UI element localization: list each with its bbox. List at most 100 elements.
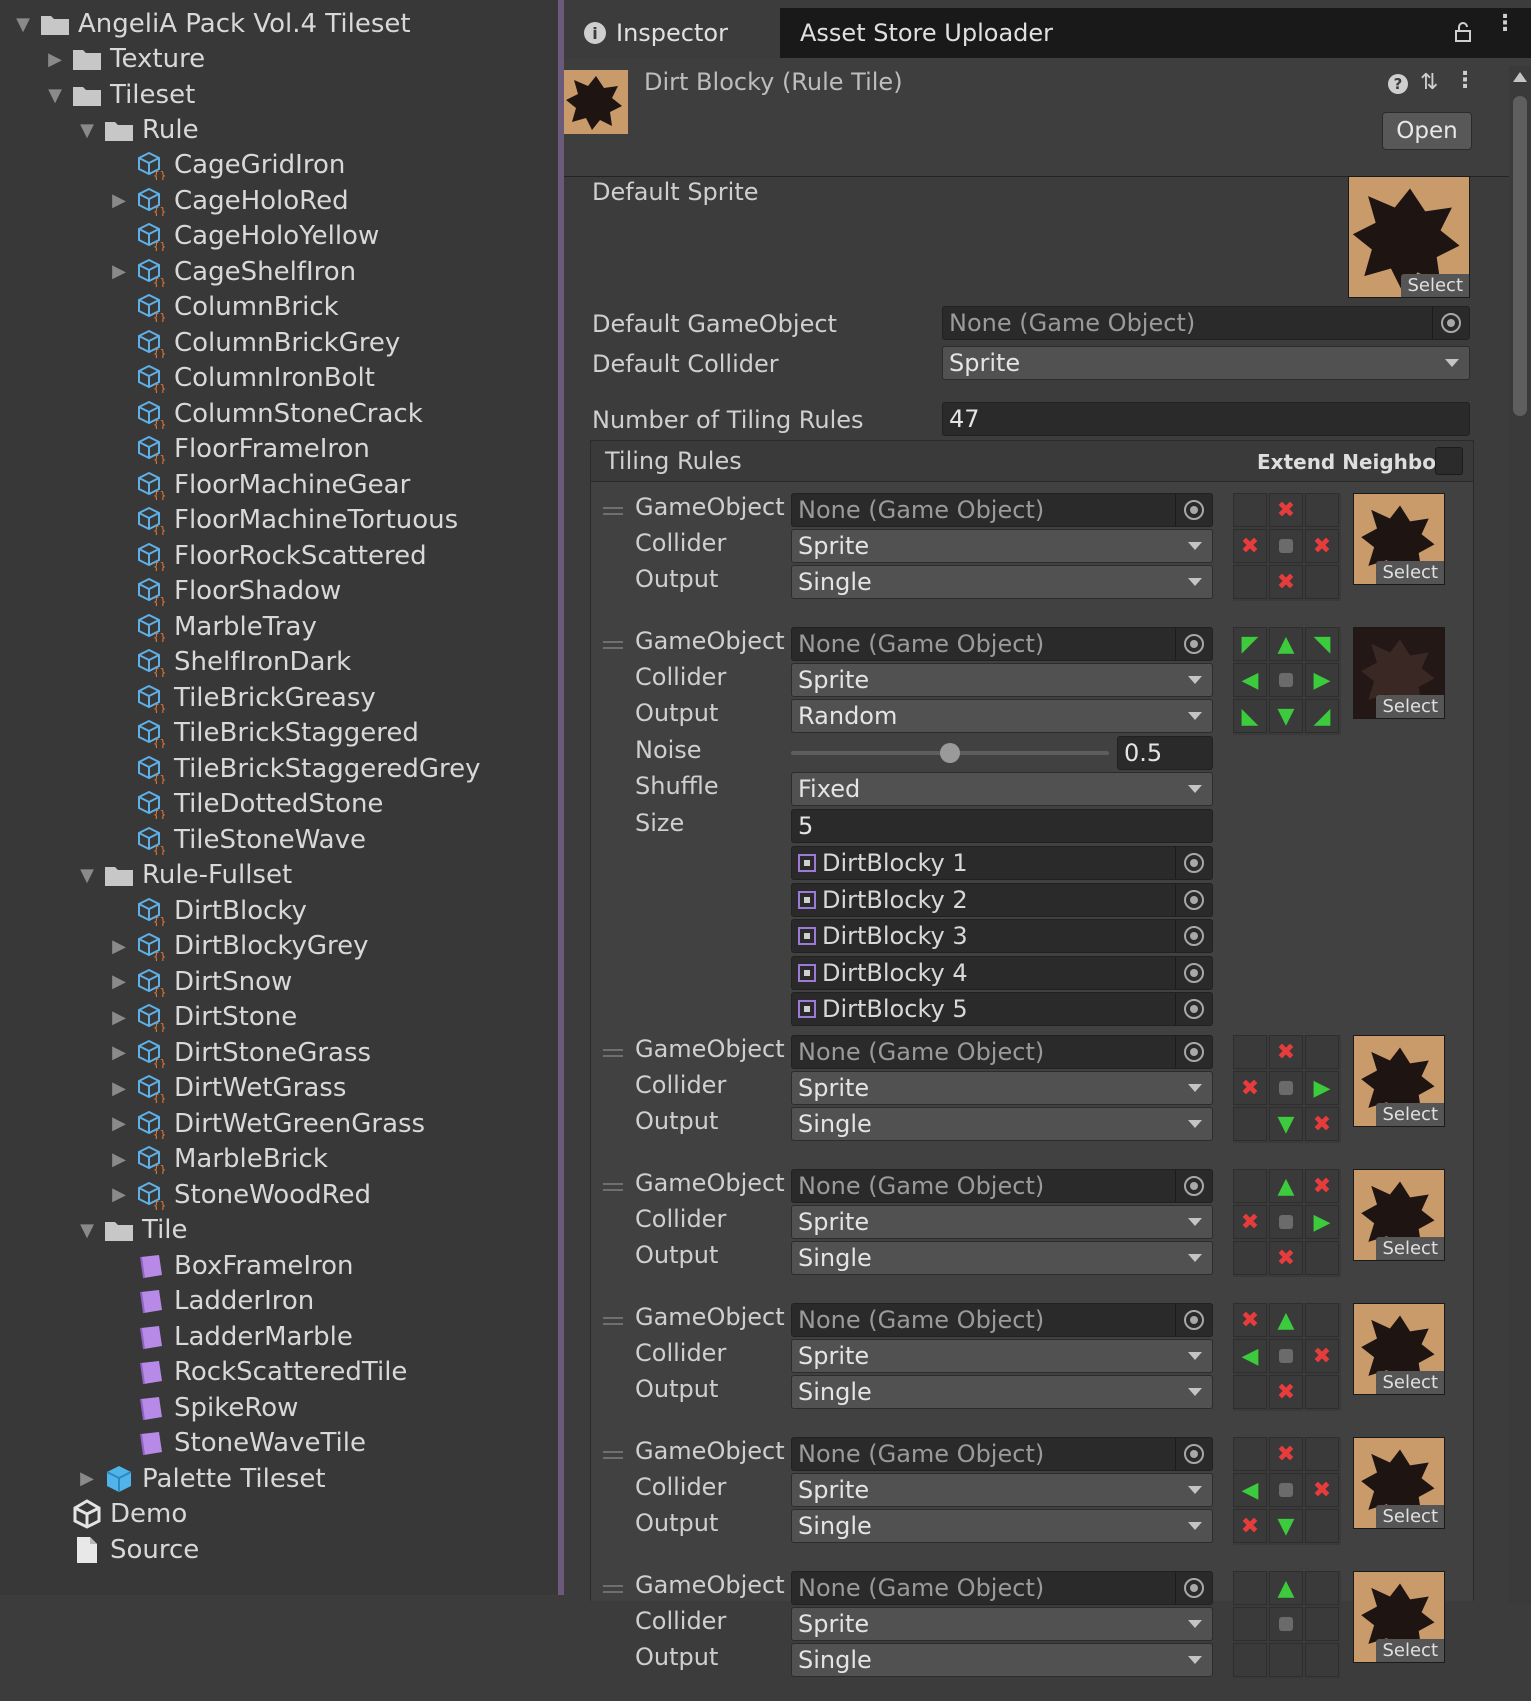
neighbor-cell[interactable]: [1305, 565, 1339, 599]
tree-item[interactable]: ▶{} DirtWetGrass: [108, 1070, 346, 1106]
tree-item[interactable]: SpikeRow: [108, 1390, 298, 1426]
tree-item[interactable]: ▶{} DirtBlockyGrey: [108, 928, 368, 964]
collapsed-arrow-icon[interactable]: ▶: [108, 1006, 130, 1028]
tree-item[interactable]: {} ColumnBrick: [108, 289, 339, 325]
expand-arrow-icon[interactable]: ▼: [76, 119, 98, 141]
tree-item[interactable]: {} FloorMachineTortuous: [108, 502, 458, 538]
rule-gameobject-field[interactable]: None (Game Object): [791, 1571, 1213, 1605]
select-button[interactable]: Select: [1376, 1237, 1444, 1260]
random-sprite-field[interactable]: DirtBlocky 2: [791, 882, 1213, 917]
tree-item[interactable]: ▶{} DirtStoneGrass: [108, 1035, 371, 1071]
rule-sprite-field[interactable]: Select: [1353, 1437, 1445, 1529]
rule-gameobject-field[interactable]: None (Game Object): [791, 1303, 1213, 1337]
rule-sprite-field[interactable]: Select: [1353, 627, 1445, 719]
select-button[interactable]: Select: [1401, 274, 1469, 297]
tree-item[interactable]: {} DirtBlocky: [108, 893, 307, 929]
collapsed-arrow-icon[interactable]: ▶: [108, 935, 130, 957]
tree-item[interactable]: ▶{} DirtWetGreenGrass: [108, 1106, 425, 1142]
tree-item[interactable]: ▶{} DirtStone: [108, 999, 297, 1035]
tree-item[interactable]: {} ShelfIronDark: [108, 644, 351, 680]
not-neighbor-x-icon[interactable]: ✖: [1305, 1107, 1339, 1141]
tree-demo[interactable]: Demo: [44, 1496, 187, 1532]
neighbor-arrow-s-icon[interactable]: ▼: [1269, 1107, 1303, 1141]
not-neighbor-x-icon[interactable]: ✖: [1305, 1473, 1339, 1507]
rule-output-dropdown[interactable]: Single: [791, 1241, 1213, 1275]
not-neighbor-x-icon[interactable]: ✖: [1305, 1339, 1339, 1373]
collapsed-arrow-icon[interactable]: ▶: [108, 190, 130, 212]
neighbor-arrow-n-icon[interactable]: ▲: [1269, 1169, 1303, 1203]
collapsed-arrow-icon[interactable]: ▶: [108, 1113, 130, 1135]
not-neighbor-x-icon[interactable]: ✖: [1233, 529, 1267, 563]
object-picker-icon[interactable]: [1184, 853, 1204, 873]
noise-input[interactable]: 0.5: [1117, 736, 1213, 770]
rule-output-dropdown[interactable]: Single: [791, 565, 1213, 599]
not-neighbor-x-icon[interactable]: ✖: [1269, 1437, 1303, 1471]
neighbor-cell[interactable]: [1233, 1107, 1267, 1141]
neighbor-cell[interactable]: [1233, 1241, 1267, 1275]
rule-sprite-field[interactable]: Select: [1353, 1169, 1445, 1261]
tree-source[interactable]: Source: [44, 1532, 199, 1568]
neighbor-arrow-w-icon[interactable]: ◀: [1233, 1339, 1267, 1373]
tree-folder-rule-fullset[interactable]: ▼ Rule-Fullset: [76, 857, 292, 893]
default-gameobject-field[interactable]: None (Game Object): [942, 306, 1470, 340]
extend-neighbor-checkbox[interactable]: [1435, 447, 1463, 475]
presets-icon[interactable]: ⇅: [1420, 70, 1438, 95]
neighbor-cell[interactable]: [1305, 1303, 1339, 1337]
tree-folder-texture[interactable]: ▶ Texture: [44, 41, 205, 77]
object-picker-icon[interactable]: [1184, 889, 1204, 910]
neighbor-cell[interactable]: [1233, 1437, 1267, 1471]
tree-item[interactable]: {} FloorRockScattered: [108, 538, 427, 574]
rule-output-dropdown[interactable]: Single: [791, 1107, 1213, 1141]
lock-icon[interactable]: [1454, 22, 1472, 42]
rule-output-dropdown[interactable]: Single: [791, 1643, 1213, 1677]
rule-sprite-field[interactable]: Select: [1353, 493, 1445, 585]
neighbor-arrow-n-icon[interactable]: ▲: [1269, 1303, 1303, 1337]
rule-sprite-field[interactable]: Select: [1353, 1571, 1445, 1663]
collapsed-arrow-icon[interactable]: ▶: [108, 261, 130, 283]
neighbor-cell[interactable]: [1233, 1607, 1267, 1641]
shuffle-dropdown[interactable]: Fixed: [791, 772, 1213, 806]
tree-folder-rule[interactable]: ▼ Rule: [76, 112, 199, 148]
drag-handle-icon[interactable]: [603, 507, 623, 509]
collapsed-arrow-icon[interactable]: ▶: [108, 971, 130, 993]
neighbor-arrow-s-icon[interactable]: ▼: [1269, 1509, 1303, 1543]
not-neighbor-x-icon[interactable]: ✖: [1269, 1375, 1303, 1409]
tree-item[interactable]: LadderIron: [108, 1283, 314, 1319]
neighbor-cell[interactable]: [1233, 1571, 1267, 1605]
tree-item[interactable]: ▶{} CageShelfIron: [108, 254, 356, 290]
expand-arrow-icon[interactable]: ▼: [76, 1219, 98, 1241]
rule-gameobject-field[interactable]: None (Game Object): [791, 493, 1213, 527]
tree-folder-tileset[interactable]: ▼ Tileset: [44, 77, 195, 113]
default-collider-dropdown[interactable]: Sprite: [942, 346, 1470, 380]
open-button[interactable]: Open: [1382, 112, 1472, 150]
object-picker-icon[interactable]: [1184, 634, 1204, 654]
tree-item[interactable]: {} FloorMachineGear: [108, 467, 410, 503]
neighbor-cell[interactable]: [1305, 1241, 1339, 1275]
not-neighbor-x-icon[interactable]: ✖: [1269, 493, 1303, 527]
num-rules-input[interactable]: 47: [942, 402, 1470, 436]
object-picker-icon[interactable]: [1184, 1444, 1204, 1464]
default-sprite-field[interactable]: Select: [1348, 176, 1470, 298]
neighbor-cell[interactable]: [1233, 1375, 1267, 1409]
random-sprite-field[interactable]: DirtBlocky 1: [791, 846, 1213, 880]
drag-handle-icon[interactable]: [603, 1585, 623, 1587]
random-sprite-field[interactable]: DirtBlocky 5: [791, 992, 1213, 1026]
not-neighbor-x-icon[interactable]: ✖: [1269, 565, 1303, 599]
rule-collider-dropdown[interactable]: Sprite: [791, 1339, 1213, 1373]
neighbor-arrow-se-icon[interactable]: ◢: [1305, 699, 1339, 733]
rule-collider-dropdown[interactable]: Sprite: [791, 1205, 1213, 1239]
tree-item[interactable]: {} ColumnIronBolt: [108, 360, 375, 396]
random-sprite-field[interactable]: DirtBlocky 4: [791, 955, 1213, 990]
object-picker-icon[interactable]: [1184, 1176, 1204, 1196]
tree-item[interactable]: ▶{} DirtSnow: [108, 964, 292, 1000]
rule-sprite-field[interactable]: Select: [1353, 1303, 1445, 1395]
neighbor-arrow-sw-icon[interactable]: ◣: [1233, 699, 1267, 733]
neighbor-cell[interactable]: [1305, 1375, 1339, 1409]
object-picker-icon[interactable]: [1184, 500, 1204, 520]
tree-item[interactable]: {} TileBrickStaggered: [108, 715, 419, 751]
inspector-scrollbar[interactable]: [1509, 66, 1531, 1603]
not-neighbor-x-icon[interactable]: ✖: [1269, 1035, 1303, 1069]
tree-item[interactable]: {} ColumnStoneCrack: [108, 396, 423, 432]
collapsed-arrow-icon[interactable]: ▶: [108, 1042, 130, 1064]
neighbor-cell[interactable]: [1305, 493, 1339, 527]
